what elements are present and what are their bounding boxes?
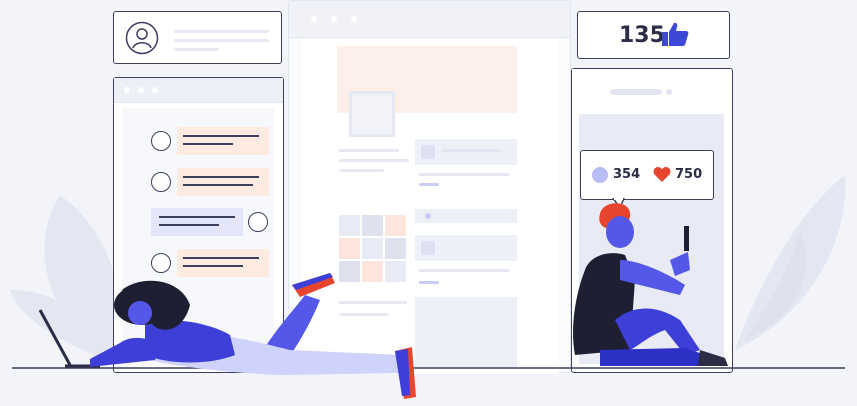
page-line — [339, 169, 384, 172]
comment-count: 354 — [613, 167, 641, 182]
profile-line-2 — [174, 39, 269, 42]
window-dot — [138, 87, 144, 93]
profile-picture-frame — [349, 91, 395, 137]
feed-line — [441, 149, 501, 152]
feed-dot — [425, 213, 431, 219]
feed-card — [415, 297, 517, 367]
text-line — [159, 224, 219, 226]
guy-head — [606, 216, 634, 248]
grid-cell — [385, 215, 406, 236]
chat-titlebar — [114, 78, 283, 103]
page-line — [339, 149, 399, 152]
feed-thumb — [421, 145, 435, 159]
text-line — [183, 143, 233, 145]
profile-line-3 — [174, 48, 219, 51]
feed-card — [415, 209, 517, 223]
page-line — [419, 269, 509, 272]
grid-cell — [362, 215, 383, 236]
phone — [684, 226, 689, 251]
feed-card — [415, 139, 517, 165]
user-avatar-icon — [125, 21, 159, 55]
thumbs-up-icon — [662, 22, 689, 46]
text-line — [183, 184, 253, 186]
window-dot — [331, 16, 337, 22]
text-line — [159, 216, 235, 218]
chat-avatar-icon — [248, 212, 268, 232]
text-line — [183, 176, 259, 178]
heart-count: 750 — [675, 167, 703, 182]
page-line — [419, 173, 509, 176]
window-dot — [311, 16, 317, 22]
chat-message — [177, 127, 269, 155]
window-dot — [152, 87, 158, 93]
chat-avatar-icon — [151, 131, 171, 151]
page-titlebar — [289, 1, 570, 38]
reaction-bubble: 354 750 — [580, 150, 714, 200]
likes-counter-card: 135 — [577, 11, 730, 59]
profile-card — [113, 11, 282, 64]
page-line — [419, 183, 439, 186]
phone-notch — [610, 89, 662, 95]
laptop-screen — [38, 309, 72, 366]
window-dot — [124, 87, 130, 93]
page-line — [339, 159, 409, 162]
grid-cell — [339, 215, 360, 236]
feed-card — [415, 235, 517, 261]
chat-avatar-icon — [151, 172, 171, 192]
feed-thumb — [421, 241, 435, 255]
window-dot — [351, 16, 357, 22]
likes-count: 135 — [619, 23, 665, 48]
chat-message — [177, 168, 269, 196]
comment-bubble-icon — [592, 167, 608, 183]
phone-camera — [666, 89, 672, 95]
chat-message-reply — [151, 208, 243, 236]
girl-head — [128, 301, 152, 325]
girl-with-laptop-illustration — [38, 273, 416, 399]
guy-with-phone-illustration — [573, 203, 728, 366]
heart-icon — [653, 167, 671, 182]
profile-line-1 — [174, 30, 269, 33]
text-line — [183, 135, 259, 137]
